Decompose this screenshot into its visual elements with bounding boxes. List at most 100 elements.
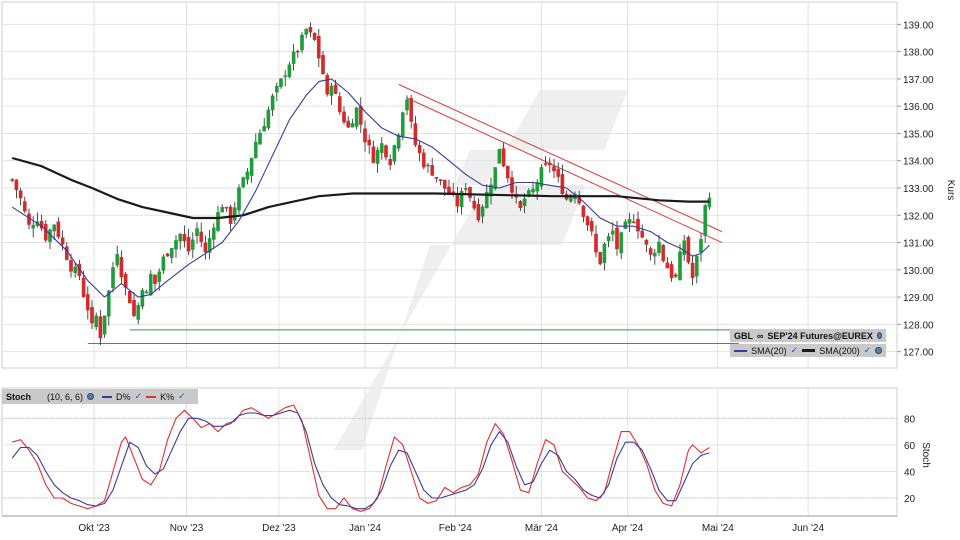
candle-body [531,188,535,193]
candle-body [623,221,628,229]
y-tick-label: 134.00 [903,157,934,168]
candle-body [266,109,271,129]
candle-body [678,251,682,281]
stoch-params: (10, 6, 6) [47,391,84,402]
candle-body [468,187,472,198]
d-legend-label: D% [116,391,131,402]
candle-body [464,188,468,190]
gear-dot-icon[interactable] [876,332,882,339]
candle-body [598,252,602,265]
candle-body [669,264,674,279]
candle-body [308,27,313,33]
candle-body [195,228,199,237]
checkmark-icon[interactable]: ✓ [178,391,186,402]
y-tick-label: 137.00 [903,75,934,86]
gear-dot-icon[interactable] [87,393,95,400]
x-tick-label: Jun '24 [792,523,824,534]
k-legend-label: K% [160,391,175,402]
candle-body [417,145,422,154]
candle-body [632,221,636,224]
candle-body [472,200,477,209]
candle-body [455,195,460,207]
candle-body [279,78,283,88]
candle-body [31,224,36,229]
candle-body [56,221,61,238]
y-tick-label: 139.00 [903,20,934,31]
stoch-tick-label: 80 [904,414,916,425]
candle-body [501,148,506,167]
candle-body [203,242,208,253]
candle-body [480,206,485,217]
candle-body [690,262,695,279]
candle-body [518,201,523,209]
y-tick-label: 131.00 [903,239,934,250]
candle-body [119,256,124,278]
candle-body [23,201,27,212]
candle-body [275,85,279,93]
candle-body [98,316,103,339]
candle-body [686,236,691,263]
candle-body [44,224,48,241]
candle-body [174,240,178,250]
candle-body [90,307,94,324]
y-tick-label: 127.00 [903,348,934,359]
candle-body [510,177,514,193]
candle-body [329,85,334,96]
checkmark-icon[interactable]: ✓ [791,345,799,356]
candle-body [367,139,372,146]
checkmark-icon[interactable]: ✓ [135,391,143,402]
candle-body [321,55,325,75]
candle-body [69,260,73,272]
candle-body [581,205,586,217]
candle-body [682,240,686,256]
candle-body [422,152,426,168]
candle-body [140,290,145,307]
candle-body [18,190,23,199]
candle-body [220,207,225,213]
gear-dot-icon[interactable] [875,347,882,354]
candle-body [648,248,653,255]
stoch-tick-label: 40 [904,467,916,478]
checkmark-icon[interactable]: ✓ [864,345,872,356]
candle-body [10,179,15,181]
symbol-legend[interactable]: GBL ∞ SEP'24 Futures@EUREX [730,329,886,342]
candle-body [602,243,607,263]
candle-body [384,145,388,158]
candle-body [73,266,77,274]
candle-body [178,233,183,242]
candle-body [548,162,552,166]
price-panel-frame [1,1,898,369]
candle-body [161,256,166,271]
candle-body [606,236,611,242]
candle-body [132,300,136,317]
x-tick-label: Apr '24 [612,523,644,534]
candle-body [186,236,191,252]
y-tick-label: 133.00 [903,184,934,195]
candle-body [438,179,443,181]
candle-body [653,252,657,257]
candle-body [338,96,342,113]
y-axis-label: Kurs [945,180,956,201]
d-swatch [102,395,113,398]
candle-body [165,253,170,257]
candle-body [85,294,90,311]
stoch-panel-frame [1,387,898,517]
x-tick-label: Jan '24 [349,523,381,534]
candle-body [699,239,703,253]
candle-body [354,107,359,127]
sma200-swatch [802,349,816,352]
y-tick-label: 136.00 [903,102,934,113]
candle-body [144,291,149,294]
candle-body [392,145,397,162]
candle-body [346,120,351,128]
candle-body [287,64,292,77]
candle-body [60,237,65,245]
x-tick-label: Okt '23 [78,523,110,534]
candle-body [674,274,678,277]
candle-body [636,218,640,232]
candle-body [148,273,153,296]
symbol-label: GBL [734,330,753,341]
candle-body [228,206,233,224]
candle-body [81,277,86,297]
candle-body [590,221,594,232]
